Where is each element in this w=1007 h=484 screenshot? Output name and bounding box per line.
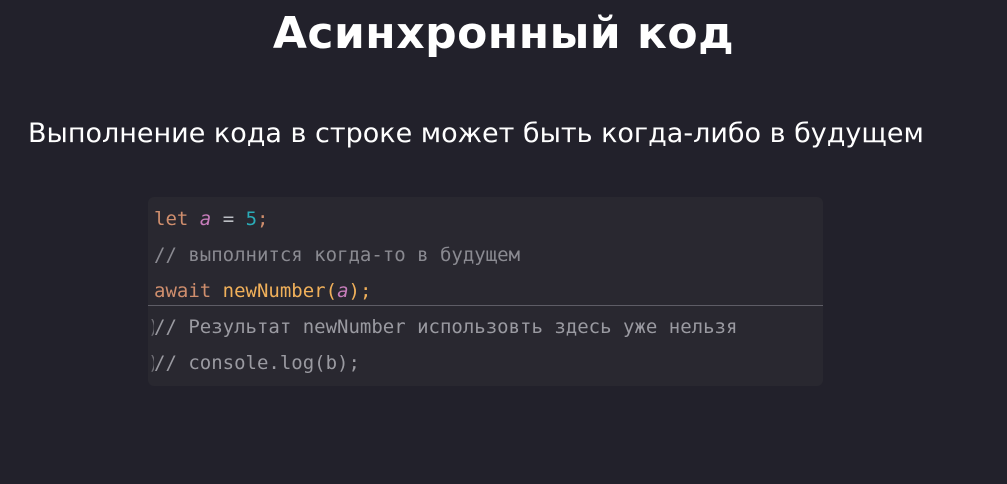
code-line-5: )// console.log(b);: [148, 345, 360, 381]
code-comment: // выполнится когда-то в будущем: [154, 244, 521, 266]
code-line-1: let a = 5;: [154, 201, 269, 237]
code-comment: // console.log(b);: [154, 352, 360, 374]
slide: Асинхронный код Выполнение кода в строке…: [0, 0, 1007, 484]
code-number: 5: [245, 208, 258, 230]
code-keyword-let: let: [154, 208, 189, 230]
code-line-4: )// Результат newNumber использовть здес…: [148, 309, 738, 345]
code-block: let a = 5; // выполнится когда-то в буду…: [148, 197, 823, 386]
code-terminator: ;: [257, 208, 269, 230]
code-line-2: // выполнится когда-то в будущем: [154, 237, 520, 273]
code-operator: =: [222, 208, 235, 230]
code-argument: a: [337, 280, 349, 302]
code-close-paren: );: [348, 280, 372, 302]
slide-subtitle: Выполнение кода в строке может быть когд…: [28, 118, 924, 149]
slide-title: Асинхронный код: [272, 8, 735, 59]
code-open-paren: (: [325, 280, 338, 302]
code-line-3: await newNumber(a);: [154, 273, 371, 309]
code-keyword-await: await: [154, 280, 212, 302]
gutter-fold-icon: ): [148, 309, 154, 345]
code-comment: // Результат newNumber использовть здесь…: [154, 316, 738, 338]
gutter-fold-icon: ): [148, 345, 154, 381]
code-separator: [148, 305, 823, 306]
code-variable: a: [199, 208, 212, 230]
code-function-call: newNumber: [222, 280, 326, 302]
